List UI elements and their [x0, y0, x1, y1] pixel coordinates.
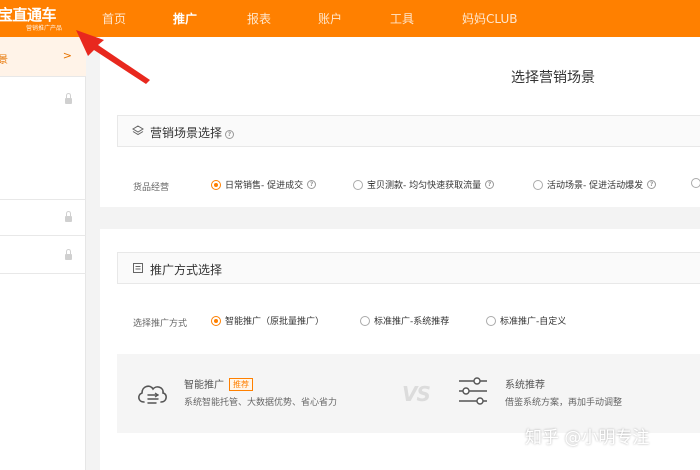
section-title: 营销场景选择?: [150, 124, 235, 141]
radio-button[interactable]: [486, 315, 496, 326]
radio-button[interactable]: [353, 179, 363, 190]
logo[interactable]: 宝直通车 营销推广产品: [0, 3, 92, 33]
method-row-label: 选择推广方式: [133, 319, 188, 329]
sidebar-item-locked-3[interactable]: [0, 236, 86, 274]
help-icon[interactable]: ?: [225, 130, 235, 139]
lock-icon: [65, 211, 72, 222]
radio-button[interactable]: [360, 315, 370, 326]
radio-button[interactable]: [211, 315, 221, 326]
nav-item-reports[interactable]: 报表: [247, 10, 271, 27]
recommended-badge: 推荐: [229, 378, 253, 391]
sidebar-item-label: 景: [0, 55, 8, 66]
radio-label: 智能推广（原批量推广）: [225, 317, 325, 327]
help-icon[interactable]: ?: [307, 180, 317, 189]
vs-label: VS: [402, 382, 431, 406]
system-recommend-title: 系统推荐: [505, 380, 545, 391]
radio-daily-sales[interactable]: 日常销售- 促进成交 ?: [211, 178, 317, 191]
logo-text: 宝直通车: [0, 6, 57, 24]
document-icon: [133, 263, 143, 273]
sidebar: 景 >: [0, 37, 86, 470]
sidebar-item-locked-2[interactable]: [0, 200, 86, 236]
radio-label: 标准推广-系统推荐: [374, 317, 450, 327]
radio-label: 活动场景- 促进活动爆发: [547, 181, 644, 191]
sidebar-item-scene[interactable]: 景 >: [0, 37, 86, 77]
radio-standard-system[interactable]: 标准推广-系统推荐: [360, 314, 449, 327]
chevron-right-icon: >: [62, 49, 72, 62]
help-icon[interactable]: ?: [647, 180, 657, 189]
comparison-panel: 智能推广 推荐 系统智能托管、大数据优势、省心省力 VS 系统推荐 借鉴系统方案，…: [117, 354, 700, 433]
radio-button[interactable]: [211, 179, 221, 190]
radio-activity-scene[interactable]: 活动场景- 促进活动爆发 ?: [533, 178, 657, 191]
radio-button[interactable]: [691, 178, 700, 188]
smart-promotion-desc: 系统智能托管、大数据优势、省心省力: [184, 398, 338, 408]
cloud-flow-icon: [138, 385, 167, 404]
section-gap: [100, 207, 700, 229]
radio-smart-promotion[interactable]: 智能推广（原批量推广）: [211, 314, 324, 327]
radio-label: 日常销售- 促进成交: [225, 181, 304, 191]
top-nav-bar: 宝直通车 营销推广产品 首页 推广 报表 账户 工具 妈妈CLUB: [0, 0, 700, 37]
scene-row-label: 货品经营: [133, 183, 170, 193]
scene-section-header: 营销场景选择?: [117, 115, 700, 147]
section-title: 推广方式选择: [150, 263, 223, 277]
nav-item-account[interactable]: 账户: [318, 10, 342, 27]
nav-item-tools[interactable]: 工具: [390, 10, 414, 27]
sliders-icon: [459, 377, 487, 405]
system-recommend-desc: 借鉴系统方案，再加手动调整: [505, 398, 623, 408]
lock-icon: [65, 93, 72, 104]
nav-item-mama-club[interactable]: 妈妈CLUB: [462, 10, 517, 27]
radio-label: 宝贝测款- 均匀快速获取流量: [367, 181, 482, 191]
radio-more-scene[interactable]: [691, 178, 700, 188]
help-icon[interactable]: ?: [485, 180, 495, 189]
radio-label: 标准推广-自定义: [500, 317, 567, 327]
logo-subtitle: 营销推广产品: [26, 25, 63, 32]
nav-item-home[interactable]: 首页: [102, 10, 126, 27]
lock-icon: [65, 249, 72, 260]
sidebar-item-locked-1[interactable]: [0, 77, 86, 200]
layers-icon: [132, 125, 144, 136]
nav-item-promotion[interactable]: 推广: [173, 10, 197, 27]
smart-promotion-title: 智能推广 推荐: [184, 376, 253, 391]
radio-standard-custom[interactable]: 标准推广-自定义: [486, 314, 566, 327]
main-content: 选择营销场景 营销场景选择? 货品经营 日常销售- 促进成交 ? 宝贝测款- 均…: [100, 37, 700, 470]
radio-button[interactable]: [533, 179, 543, 190]
radio-product-testing[interactable]: 宝贝测款- 均匀快速获取流量 ?: [353, 178, 495, 191]
page-title: 选择营销场景: [511, 70, 595, 86]
watermark: 知乎 @小明专注: [525, 428, 650, 448]
method-section-header: 推广方式选择: [117, 252, 700, 284]
